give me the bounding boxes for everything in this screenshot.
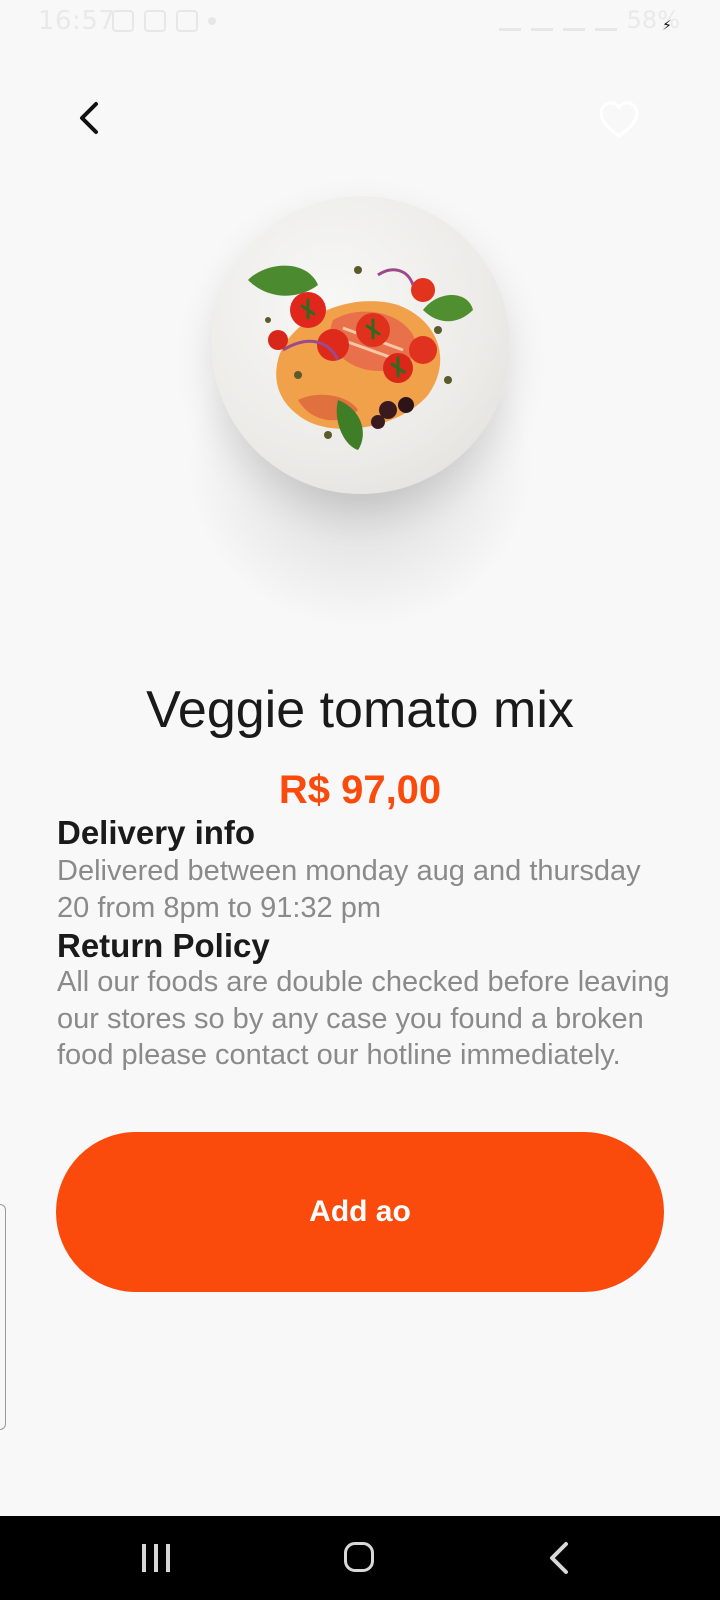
status-time: 16:57 [38,6,116,36]
message-icon [144,10,166,32]
home-icon[interactable] [344,1542,374,1572]
add-to-cart-button[interactable]: Add ao [56,1132,664,1292]
back-button[interactable] [66,94,114,142]
status-system-icons: 58% [498,6,680,34]
favorite-button[interactable] [598,100,640,142]
delivery-info-text: Delivered between monday aug and thursda… [57,855,641,924]
nav-back-icon[interactable] [546,1540,574,1581]
product-price: R$ 97,00 [278,768,442,812]
status-notification-icons [112,10,216,32]
edge-panel-handle[interactable] [0,1204,6,1430]
status-bar: 16:57 58% ⚡ [0,0,720,46]
recent-apps-icon[interactable] [142,1544,170,1572]
chevron-left-icon [80,102,98,134]
charging-icon: ⚡ [662,18,672,34]
app-icon [176,10,198,32]
return-policy-text: All our foods are double checked before … [57,966,670,1071]
shield-icon [112,10,134,32]
product-title: Veggie tomato mix [146,681,574,739]
delivery-info-heading: Delivery info [57,814,256,851]
signal-icon [594,10,617,31]
bluetooth-icon [498,10,521,31]
return-policy-heading: Return Policy [57,927,270,964]
dot-icon [208,17,216,25]
heart-outline-icon [599,101,639,138]
mute-icon [530,10,553,31]
system-navigation-bar [0,1516,720,1600]
add-button-label: Add ao [309,1195,411,1228]
food-illustration [248,265,473,450]
wifi-icon [562,10,585,31]
